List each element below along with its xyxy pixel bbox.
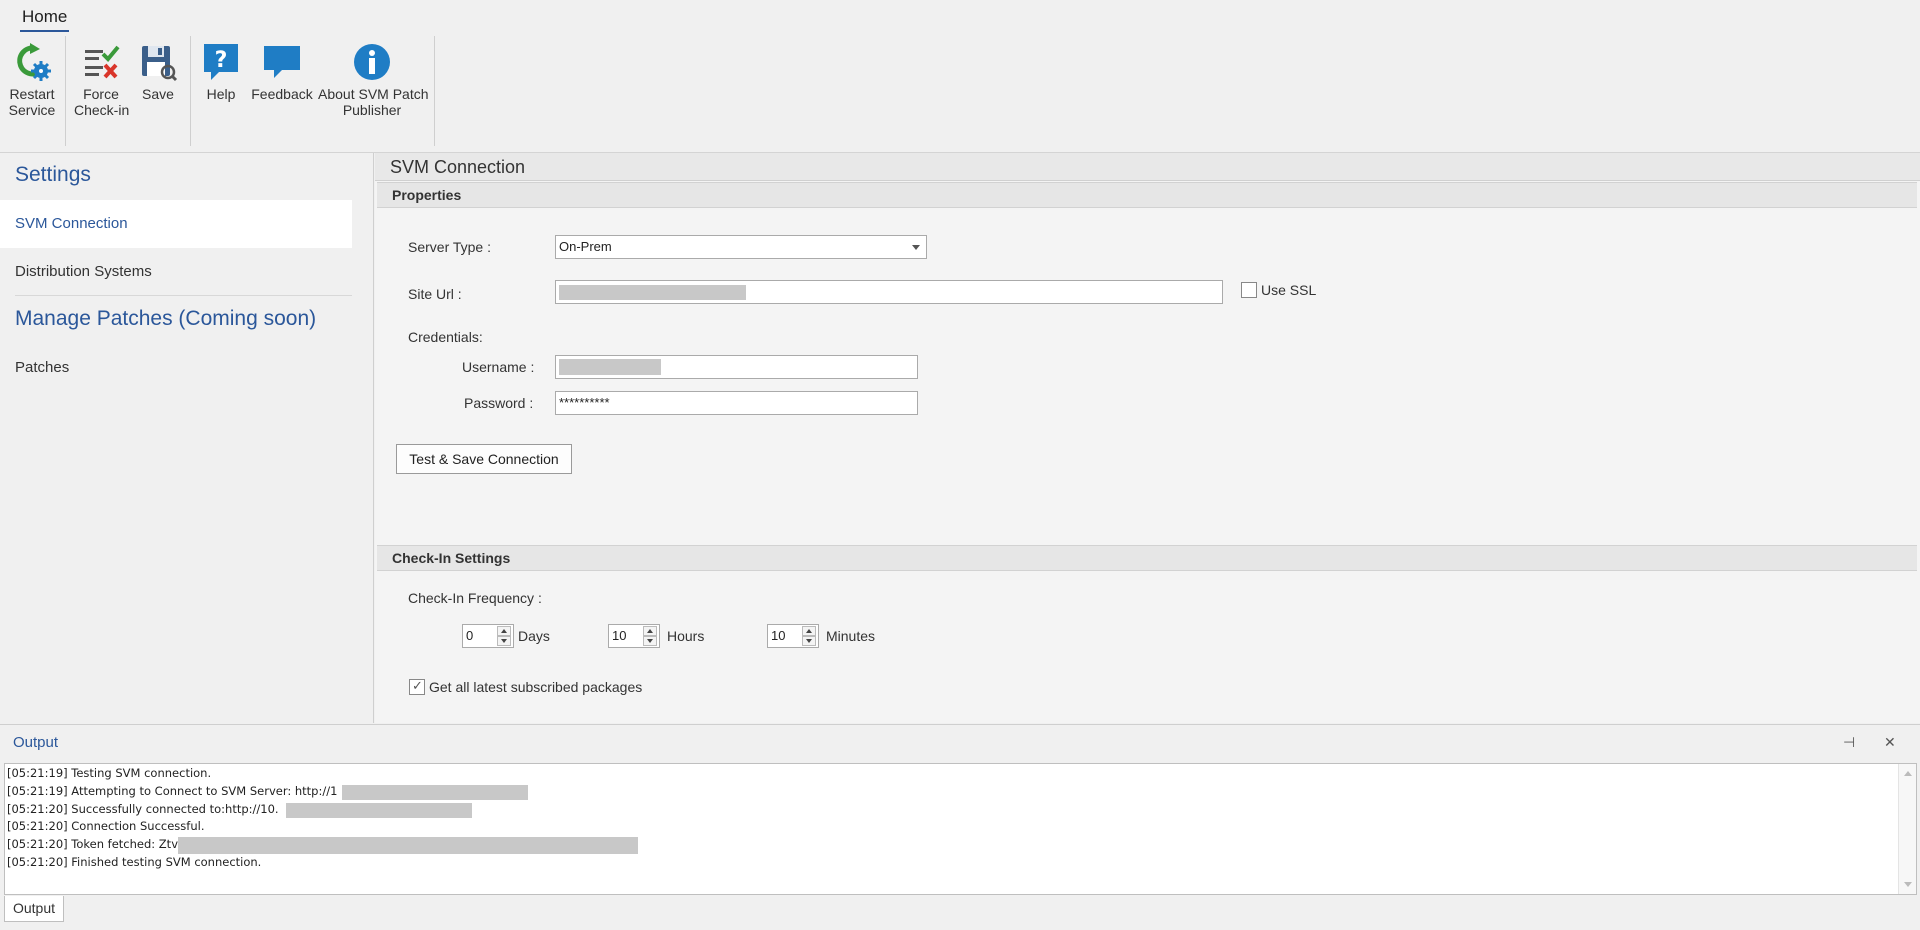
days-value: 0 — [466, 628, 474, 643]
get-all-packages-checkbox[interactable] — [409, 678, 425, 695]
ribbon: Home Restart Service Force Check-in Save… — [0, 0, 1920, 153]
save-label: Save — [142, 86, 174, 102]
main-panel: SVM Connection Properties Server Type : … — [375, 153, 1920, 723]
floppy-disk-icon — [142, 46, 178, 82]
minutes-stepper[interactable]: 10 — [767, 624, 819, 648]
output-title: Output — [13, 734, 59, 751]
chevron-down-icon — [912, 245, 920, 250]
chevron-up-icon[interactable] — [643, 626, 657, 636]
minutes-label: Minutes — [826, 628, 876, 644]
sidebar-item-patches[interactable]: Patches — [0, 344, 352, 392]
minutes-value: 10 — [771, 628, 786, 643]
output-scrollbar[interactable] — [1898, 764, 1916, 894]
check-in-section-header: Check-In Settings — [377, 545, 1917, 571]
sidebar-item-distribution-systems[interactable]: Distribution Systems — [0, 248, 352, 296]
chevron-down-icon[interactable] — [497, 636, 511, 646]
days-label: Days — [518, 628, 550, 644]
restart-service-button[interactable]: Restart Service — [6, 42, 58, 118]
sidebar: Settings SVM Connection Distribution Sys… — [0, 153, 374, 723]
site-url-input[interactable] — [555, 280, 1223, 304]
question-bubble-icon: ? — [204, 44, 238, 80]
password-input[interactable]: ********** — [555, 391, 918, 415]
force-check-in-button[interactable]: Force Check-in — [74, 42, 130, 118]
hours-value: 10 — [612, 628, 627, 643]
log-line: [05:21:20] Successfully connected to:htt… — [7, 801, 1916, 819]
output-log[interactable]: [05:21:19] Testing SVM connection. [05:2… — [4, 763, 1917, 895]
restart-service-label: Restart Service — [8, 86, 56, 118]
get-all-packages-label: Get all latest subscribed packages — [429, 679, 643, 695]
checklist-x-icon — [85, 45, 120, 79]
about-button[interactable]: About SVM Patch Publisher — [318, 42, 429, 118]
log-line: [05:21:19] Testing SVM connection. — [7, 766, 212, 780]
server-type-label: Server Type : — [408, 239, 492, 255]
server-type-select[interactable]: On-Prem — [555, 235, 927, 259]
username-input[interactable] — [555, 355, 918, 379]
chevron-down-icon[interactable] — [643, 636, 657, 646]
force-check-in-label: Force Check-in — [74, 86, 130, 118]
page-title: SVM Connection — [375, 153, 1920, 181]
settings-heading: Settings — [15, 163, 91, 186]
scroll-up-icon[interactable] — [1904, 771, 1912, 776]
hours-label: Hours — [667, 628, 705, 644]
redacted-value — [559, 359, 661, 375]
use-ssl-label: Use SSL — [1261, 282, 1317, 298]
pin-icon[interactable]: ⊣ — [1843, 734, 1855, 751]
sidebar-divider — [15, 295, 352, 296]
check-in-frequency-label: Check-In Frequency : — [408, 590, 542, 606]
sidebar-item-svm-connection[interactable]: SVM Connection — [0, 200, 352, 248]
log-line: [05:21:20] Token fetched: Ztv — [7, 836, 1916, 855]
credentials-label: Credentials: — [408, 329, 483, 345]
chevron-up-icon[interactable] — [497, 626, 511, 636]
hours-stepper[interactable]: 10 — [608, 624, 660, 648]
feedback-label: Feedback — [251, 86, 313, 102]
stepper-buttons[interactable] — [802, 626, 816, 646]
use-ssl-checkbox[interactable] — [1241, 282, 1257, 298]
ribbon-separator — [190, 36, 191, 146]
ribbon-separator — [65, 36, 66, 146]
tab-home[interactable]: Home — [20, 7, 70, 32]
redacted-value — [559, 285, 746, 300]
log-line: [05:21:19] Attempting to Connect to SVM … — [7, 783, 1916, 801]
redacted-value — [178, 837, 638, 855]
log-line: [05:21:20] Finished testing SVM connecti… — [7, 854, 262, 869]
close-icon[interactable]: ✕ — [1884, 734, 1896, 751]
save-button[interactable]: Save — [137, 42, 179, 102]
log-line: [05:21:20] Connection Successful. — [7, 819, 205, 834]
help-label: Help — [206, 86, 236, 102]
chevron-up-icon[interactable] — [802, 626, 816, 636]
stepper-buttons[interactable] — [643, 626, 657, 646]
refresh-gear-icon — [17, 43, 51, 81]
username-label: Username : — [462, 359, 535, 375]
server-type-value: On-Prem — [559, 239, 612, 254]
site-url-label: Site Url : — [408, 286, 462, 302]
feedback-button[interactable]: Feedback — [251, 42, 313, 102]
about-label: About SVM Patch Publisher — [318, 86, 429, 118]
manage-patches-heading: Manage Patches (Coming soon) — [15, 307, 317, 330]
scroll-down-icon[interactable] — [1904, 882, 1912, 887]
tab-output[interactable]: Output — [4, 896, 64, 922]
stepper-buttons[interactable] — [497, 626, 511, 646]
password-label: Password : — [464, 395, 534, 411]
ribbon-separator — [434, 36, 435, 146]
test-save-connection-button[interactable]: Test & Save Connection — [396, 444, 572, 474]
redacted-value — [342, 784, 528, 800]
info-circle-icon — [354, 44, 390, 80]
chevron-down-icon[interactable] — [802, 636, 816, 646]
output-panel: Output ⊣ ✕ [05:21:19] Testing SVM connec… — [0, 724, 1920, 930]
days-stepper[interactable]: 0 — [462, 624, 514, 648]
svg-text:?: ? — [215, 48, 228, 73]
help-button[interactable]: ? Help — [201, 42, 241, 102]
speech-bubble-icon — [264, 46, 300, 78]
properties-section-header: Properties — [377, 182, 1917, 208]
redacted-value — [286, 802, 472, 818]
